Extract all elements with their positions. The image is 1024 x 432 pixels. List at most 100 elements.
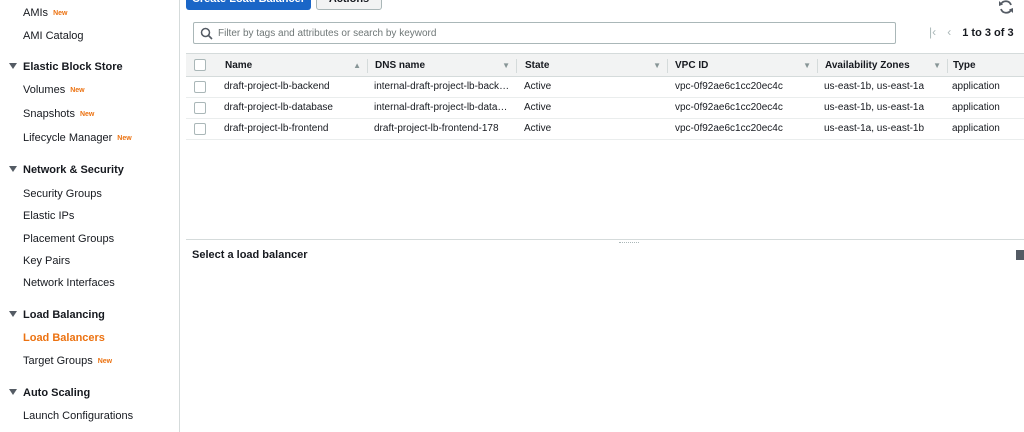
sidebar-item-elastic-ips[interactable]: Elastic IPs [23, 210, 74, 222]
sort-ascending-icon: ▲ [353, 61, 361, 70]
column-divider [667, 59, 668, 73]
cell-availability-zones: us-east-1b, us-east-1a [824, 102, 925, 113]
sidebar-section-network-security[interactable]: Network & Security [9, 164, 124, 176]
sidebar-item-load-balancers[interactable]: Load Balancers [23, 332, 105, 344]
column-header-vpc-id[interactable]: VPC ID ▼ [675, 54, 817, 78]
column-header-dns-name[interactable]: DNS name ▼ [375, 54, 516, 78]
main-content: Create Load Balancer Actions |‹ ‹ 1 to 3… [181, 0, 1024, 432]
caret-down-icon [9, 63, 17, 69]
cell-dns-name: internal-draft-project-lb-database [374, 102, 512, 113]
resize-grip-icon[interactable] [619, 242, 639, 244]
column-header-label: State [525, 60, 550, 71]
previous-page-icon[interactable]: ‹ [947, 25, 951, 39]
cell-dns-name: internal-draft-project-lb-backend [374, 81, 512, 92]
cell-name: draft-project-lb-database [224, 102, 333, 113]
row-checkbox[interactable] [194, 102, 206, 114]
sidebar-item-amis[interactable]: AMIs New [23, 7, 67, 19]
cell-name: draft-project-lb-frontend [224, 123, 329, 134]
select-all-checkbox[interactable] [194, 59, 206, 71]
sidebar-section-label: Elastic Block Store [23, 61, 123, 73]
sidebar-item-label: Target Groups [23, 355, 93, 367]
column-header-label: Type [953, 60, 976, 71]
sidebar-item-security-groups[interactable]: Security Groups [23, 188, 102, 200]
sidebar-item-label: Snapshots [23, 108, 75, 120]
cell-state: Active [524, 81, 552, 92]
cell-dns-name: draft-project-lb-frontend-178 [374, 123, 499, 134]
cell-vpc-id: vpc-0f92ae6c1cc20ec4c [675, 102, 783, 113]
cell-state: Active [524, 123, 552, 134]
column-header-label: Name [225, 60, 253, 71]
new-badge: New [117, 135, 132, 142]
column-header-name[interactable]: Name ▲ [225, 54, 367, 78]
cell-availability-zones: us-east-1a, us-east-1b [824, 123, 925, 134]
sidebar-item-label: Security Groups [23, 188, 102, 200]
sidebar-item-label: Volumes [23, 84, 66, 96]
sidebar-item-key-pairs[interactable]: Key Pairs [23, 255, 70, 267]
caret-down-icon [9, 166, 17, 172]
sidebar-section-label: Load Balancing [23, 309, 105, 321]
search-input[interactable] [218, 25, 888, 41]
sidebar-item-label: Lifecycle Manager [23, 132, 113, 144]
column-header-label: DNS name [375, 60, 426, 71]
actions-button[interactable]: Actions [316, 0, 382, 10]
sidebar-item-label: Network Interfaces [23, 277, 115, 289]
sidebar-item-label: Elastic IPs [23, 210, 75, 222]
cell-type: application [952, 123, 1000, 134]
caret-down-icon [9, 389, 17, 395]
search-icon [200, 27, 213, 40]
sort-icon: ▼ [502, 61, 510, 70]
sidebar-item-label: AMI Catalog [23, 30, 84, 42]
sidebar-section-elastic-block-store[interactable]: Elastic Block Store [9, 61, 123, 73]
sidebar-item-label: Load Balancers [23, 332, 105, 344]
table-row[interactable]: draft-project-lb-database internal-draft… [186, 98, 1024, 119]
column-header-state[interactable]: State ▼ [525, 54, 667, 78]
sidebar-section-auto-scaling[interactable]: Auto Scaling [9, 387, 90, 399]
cell-state: Active [524, 102, 552, 113]
sidebar-item-label: Key Pairs [23, 255, 71, 267]
details-panel-title: Select a load balancer [192, 249, 308, 261]
sidebar-item-placement-groups[interactable]: Placement Groups [23, 233, 114, 245]
column-header-label: VPC ID [675, 60, 709, 71]
cell-availability-zones: us-east-1b, us-east-1a [824, 81, 925, 92]
cell-type: application [952, 102, 1000, 113]
row-checkbox[interactable] [194, 81, 206, 93]
sidebar-item-lifecycle-manager[interactable]: Lifecycle Manager New [23, 132, 132, 144]
maximize-panel-icon[interactable] [1016, 250, 1024, 260]
caret-down-icon [9, 311, 17, 317]
sort-icon: ▼ [933, 61, 941, 70]
column-divider [947, 59, 948, 73]
sidebar-item-target-groups[interactable]: Target Groups New [23, 355, 112, 367]
sidebar: AMIs New AMI Catalog Elastic Block Store … [0, 0, 180, 432]
panel-splitter[interactable] [186, 239, 1024, 240]
sidebar-item-label: Launch Configurations [23, 410, 134, 422]
search-box[interactable] [193, 22, 896, 44]
first-page-icon[interactable]: |‹ [929, 25, 936, 39]
sort-icon: ▼ [653, 61, 661, 70]
sidebar-item-launch-configurations[interactable]: Launch Configurations [23, 410, 133, 422]
sort-icon: ▼ [803, 61, 811, 70]
column-divider [367, 59, 368, 73]
sidebar-section-load-balancing[interactable]: Load Balancing [9, 309, 105, 321]
table-header: Name ▲ DNS name ▼ State ▼ VPC ID ▼ Availabil… [186, 53, 1024, 77]
sidebar-item-label: AMIs [23, 7, 49, 19]
cell-type: application [952, 81, 1000, 92]
sidebar-item-network-interfaces[interactable]: Network Interfaces [23, 277, 115, 289]
new-badge: New [53, 10, 68, 17]
column-header-type[interactable]: Type [953, 54, 1023, 78]
table-row[interactable]: draft-project-lb-backend internal-draft-… [186, 77, 1024, 98]
pagination: |‹ ‹ 1 to 3 of 3 [929, 25, 1014, 39]
column-header-availability-zones[interactable]: Availability Zones ▼ [825, 54, 947, 78]
sidebar-item-ami-catalog[interactable]: AMI Catalog [23, 30, 84, 42]
sidebar-item-volumes[interactable]: Volumes New [23, 84, 85, 96]
column-divider [516, 59, 517, 73]
column-header-label: Availability Zones [825, 60, 910, 71]
column-divider [817, 59, 818, 73]
table-row[interactable]: draft-project-lb-frontend draft-project-… [186, 119, 1024, 140]
sidebar-item-snapshots[interactable]: Snapshots New [23, 108, 94, 120]
refresh-icon[interactable] [997, 0, 1015, 16]
create-load-balancer-button[interactable]: Create Load Balancer [186, 0, 311, 10]
pagination-range: 1 to 3 of 3 [962, 27, 1014, 39]
new-badge: New [70, 87, 85, 94]
row-checkbox[interactable] [194, 123, 206, 135]
load-balancers-table: Name ▲ DNS name ▼ State ▼ VPC ID ▼ Availabil… [186, 53, 1024, 140]
